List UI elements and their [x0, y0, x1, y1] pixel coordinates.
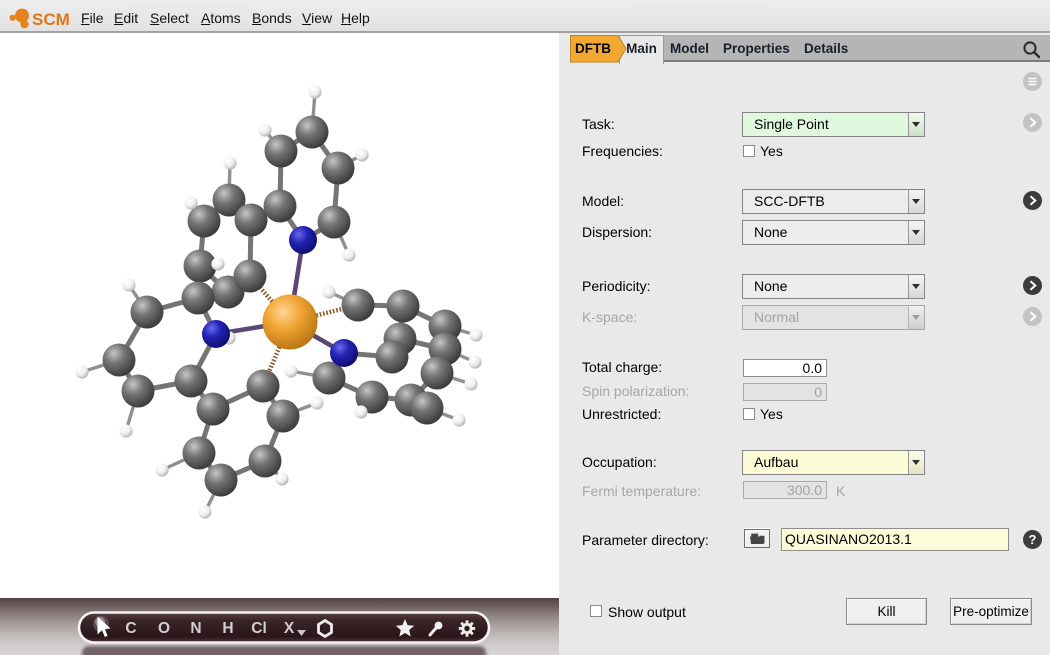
- svg-text:X: X: [284, 620, 295, 637]
- svg-text:O: O: [158, 620, 170, 637]
- svg-text:N: N: [190, 620, 201, 637]
- svg-text:H: H: [222, 620, 233, 637]
- svg-text:Cl: Cl: [251, 620, 267, 637]
- svg-text:C: C: [125, 620, 136, 637]
- svg-text:?: ?: [1029, 532, 1037, 547]
